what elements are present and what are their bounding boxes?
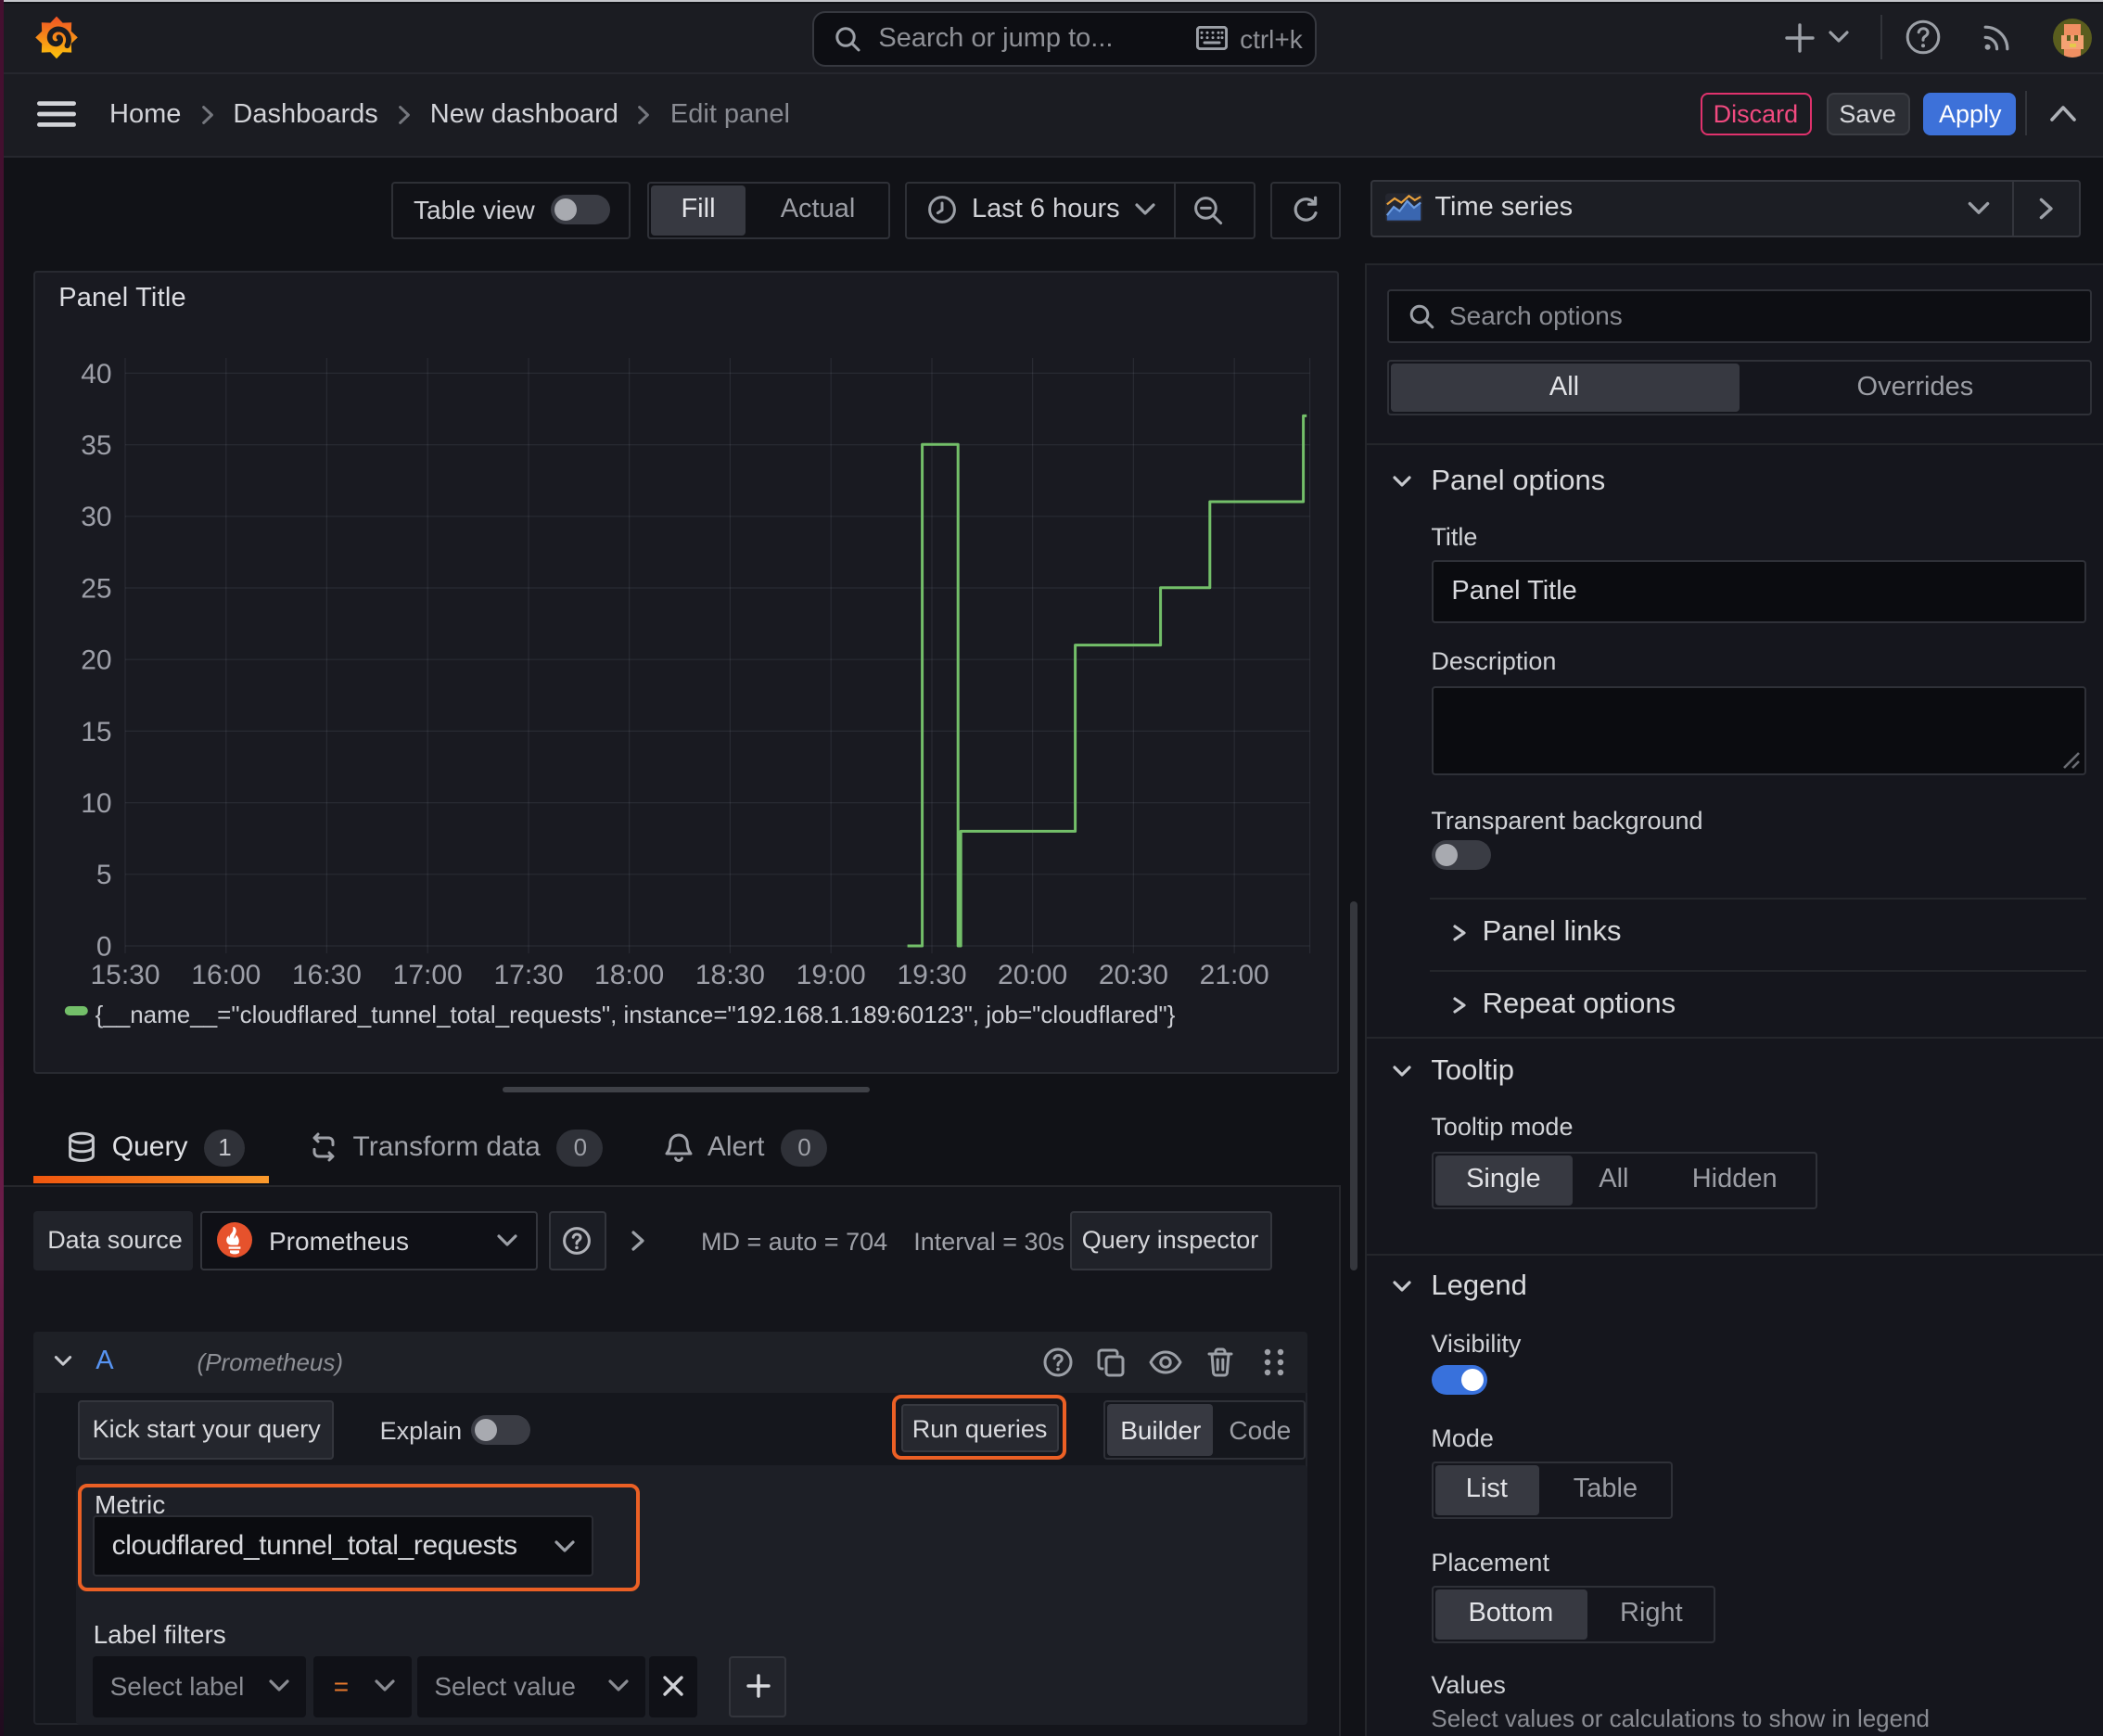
svg-text:35: 35 <box>81 430 111 461</box>
svg-text:0: 0 <box>96 931 111 962</box>
svg-text:19:00: 19:00 <box>796 960 865 990</box>
svg-text:20: 20 <box>81 645 111 676</box>
svg-text:19:30: 19:30 <box>897 960 966 990</box>
svg-text:18:30: 18:30 <box>695 960 764 990</box>
svg-text:25: 25 <box>81 573 111 604</box>
svg-text:{__name__="cloudflared_tunnel_: {__name__="cloudflared_tunnel_total_requ… <box>95 1001 1175 1028</box>
svg-text:10: 10 <box>81 788 111 819</box>
svg-text:20:30: 20:30 <box>1098 960 1167 990</box>
svg-text:15:30: 15:30 <box>90 960 159 990</box>
svg-text:20:00: 20:00 <box>997 960 1066 990</box>
svg-text:21:00: 21:00 <box>1199 960 1268 990</box>
svg-text:17:00: 17:00 <box>392 960 462 990</box>
svg-text:18:00: 18:00 <box>593 960 663 990</box>
svg-text:40: 40 <box>81 359 111 389</box>
svg-text:17:30: 17:30 <box>493 960 563 990</box>
svg-text:16:00: 16:00 <box>191 960 261 990</box>
svg-text:16:30: 16:30 <box>291 960 361 990</box>
svg-text:5: 5 <box>96 860 111 890</box>
svg-text:15: 15 <box>81 717 111 747</box>
svg-text:30: 30 <box>81 502 111 532</box>
